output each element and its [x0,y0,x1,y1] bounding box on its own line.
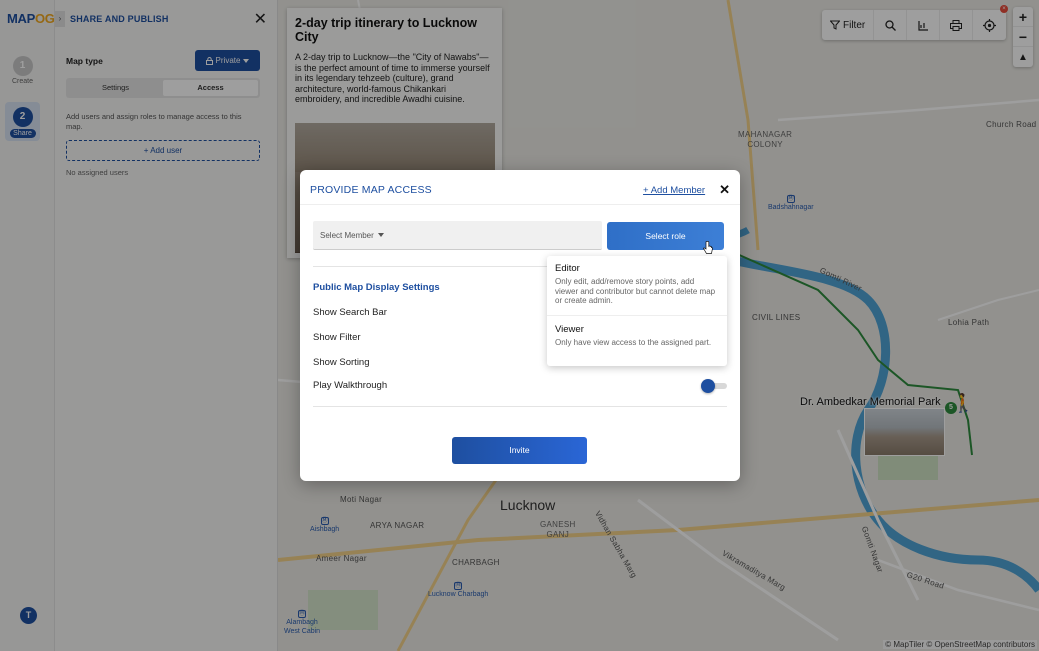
member-select-placeholder: Select Member [320,230,374,240]
role-option-editor[interactable]: Editor Only edit, add/remove story point… [547,263,727,306]
divider [547,315,727,316]
chevron-down-icon [377,233,384,237]
invite-button[interactable]: Invite [452,437,587,464]
role-name: Viewer [555,324,584,335]
setting-label: Show Search Bar [313,307,387,318]
hand-cursor-icon [703,241,713,254]
display-settings-title: Public Map Display Settings [313,282,440,293]
role-name: Editor [555,263,580,274]
divider [313,406,727,407]
divider [300,204,740,205]
walkthrough-toggle[interactable] [701,378,727,393]
add-member-link[interactable]: + Add Member [643,185,705,196]
modal-header: PROVIDE MAP ACCESS + Add Member ✕ [310,182,730,198]
modal-close-icon[interactable]: ✕ [719,182,730,198]
setting-label: Show Sorting [313,357,370,368]
setting-label: Play Walkthrough [313,380,388,391]
setting-play-walkthrough: Play Walkthrough [313,378,727,393]
role-description: Only have view access to the assigned pa… [555,338,712,347]
role-dropdown: Editor Only edit, add/remove story point… [547,256,727,366]
role-option-viewer[interactable]: Viewer Only have view access to the assi… [547,324,727,348]
setting-label: Show Filter [313,332,361,343]
role-description: Only edit, add/remove story points, add … [555,277,716,305]
member-select[interactable]: Select Member [313,221,602,250]
toggle-knob [701,378,715,393]
modal-title: PROVIDE MAP ACCESS [310,184,432,196]
